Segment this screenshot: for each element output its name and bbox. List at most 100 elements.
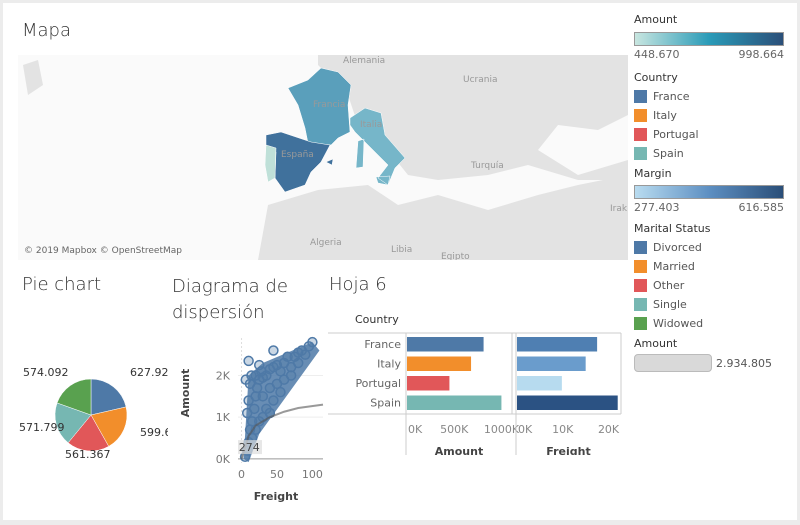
legend-label: Portugal <box>653 128 699 141</box>
x-tick-label: 20K <box>598 423 620 436</box>
y-tick-label: 0K <box>216 453 231 466</box>
x-tick-label: 0K <box>408 423 423 436</box>
size-legend-title: Amount <box>634 337 678 350</box>
pie-label: 571.799 <box>19 421 65 434</box>
x-tick-label: 10K <box>552 423 574 436</box>
pie-label: 599.622 <box>140 426 168 439</box>
map-label: España <box>281 150 314 160</box>
legend-label: Widowed <box>653 317 704 330</box>
size-legend-mark <box>634 354 712 372</box>
legend-swatch <box>634 298 647 311</box>
x-tick-label: 100 <box>302 468 323 481</box>
row-label: France <box>364 338 401 351</box>
map-label: Libia <box>391 245 412 255</box>
margin-gradient-bar[interactable] <box>634 185 784 199</box>
scatter-point[interactable] <box>243 395 254 406</box>
scatter-point[interactable] <box>292 357 304 369</box>
amount-gradient-bar[interactable] <box>634 32 784 46</box>
bar[interactable] <box>517 337 598 352</box>
map-label: Ucrania <box>463 75 497 85</box>
legend-label: Single <box>653 298 687 311</box>
legend-label: Other <box>653 279 685 292</box>
legend-swatch <box>634 147 647 160</box>
axis-title: Freight <box>546 445 590 455</box>
legend-swatch <box>634 109 647 122</box>
bar[interactable] <box>517 395 618 411</box>
country-legend: France Italy Portugal Spain <box>634 87 784 163</box>
map-label: Algeria <box>310 238 342 248</box>
legend-item[interactable]: Divorced <box>634 238 784 257</box>
bar[interactable] <box>407 376 450 391</box>
x-tick-label: 1000K <box>484 423 520 436</box>
scatter-point[interactable] <box>307 336 318 348</box>
scatter-point[interactable] <box>285 370 297 381</box>
amount-legend-max: 998.664 <box>738 48 785 61</box>
scatter-point[interactable] <box>254 359 265 371</box>
legend-item[interactable]: Spain <box>634 144 784 163</box>
pie-title: Pie chart <box>22 274 102 295</box>
bar[interactable] <box>517 376 562 391</box>
pie-chart[interactable]: 627.925 599.622 561.367 571.799 574.092 <box>3 343 168 473</box>
pie-label: 561.367 <box>65 448 111 461</box>
row-label: Portugal <box>355 377 401 390</box>
bar[interactable] <box>517 356 586 372</box>
y-tick-label: 1K <box>216 411 231 424</box>
pie-label: 627.925 <box>130 366 168 379</box>
legend-item[interactable]: France <box>634 87 784 106</box>
legend-swatch <box>634 241 647 254</box>
bar[interactable] <box>407 356 472 372</box>
map[interactable]: Alemania Ucrania Francia Italia España T… <box>18 55 628 260</box>
legend-item[interactable]: Portugal <box>634 125 784 144</box>
map-label: Egipto <box>441 252 470 260</box>
x-axis-title: Freight <box>254 490 298 503</box>
country-legend-title: Country <box>634 71 678 84</box>
map-label: Francia <box>313 100 345 110</box>
scatter-point[interactable] <box>257 391 269 402</box>
amount-legend-title: Amount <box>634 13 678 26</box>
legend-item[interactable]: Italy <box>634 106 784 125</box>
scatter-point[interactable] <box>268 395 279 406</box>
legend-item[interactable]: Married <box>634 257 784 276</box>
map-label: Irak <box>610 204 628 214</box>
scatter-point[interactable] <box>275 386 286 398</box>
bar[interactable] <box>407 337 484 352</box>
scatter-point[interactable] <box>241 407 253 419</box>
bar[interactable] <box>407 395 502 411</box>
marital-legend: Divorced Married Other Single Widowed <box>634 238 784 333</box>
marital-legend-title: Marital Status <box>634 222 711 235</box>
legend-label: France <box>653 90 690 103</box>
legend-label: Married <box>653 260 695 273</box>
dashboard: Mapa Alemania Ucrania Francia Italia Esp… <box>3 3 797 520</box>
amount-legend-min: 448.670 <box>634 48 680 61</box>
legend-label: Italy <box>653 109 677 122</box>
map-attribution[interactable]: © 2019 Mapbox © OpenStreetMap <box>24 246 182 256</box>
legend-item[interactable]: Other <box>634 276 784 295</box>
x-tick-label: 0K <box>518 423 533 436</box>
scatter-point[interactable] <box>240 374 252 385</box>
map-label: Italia <box>360 120 382 130</box>
bar-chart[interactable]: France Italy Portugal Spain 0K 500K 1000KAmoun… <box>323 325 633 455</box>
map-title: Mapa <box>22 20 72 41</box>
margin-legend-title: Margin <box>634 167 672 180</box>
legend-item[interactable]: Widowed <box>634 314 784 333</box>
legend-label: Spain <box>653 147 684 160</box>
x-tick-label: 0 <box>238 468 245 481</box>
y-axis-title: Amount <box>179 369 192 417</box>
margin-legend-min: 277.403 <box>634 201 680 214</box>
margin-legend-max: 616.585 <box>738 201 785 214</box>
bars-title: Hoja 6 <box>329 274 387 295</box>
scatter-plot[interactable]: 0K 1K 2K 0 50 100 274 Freight Amount <box>168 328 328 518</box>
axis-title: Amount <box>435 445 483 455</box>
scatter-point[interactable] <box>243 355 254 367</box>
map-label: Turquía <box>470 161 504 171</box>
legend-label: Divorced <box>653 241 702 254</box>
x-tick-label: 50 <box>270 468 284 481</box>
map-label: Alemania <box>343 56 385 66</box>
legend-panel: Amount 448.670 998.664 Country France Ital… <box>634 13 784 372</box>
scatter-point[interactable] <box>268 345 279 356</box>
scatter-title: Diagrama de dispersión <box>172 276 288 323</box>
pie-label: 574.092 <box>23 366 69 379</box>
legend-item[interactable]: Single <box>634 295 784 314</box>
legend-swatch <box>634 90 647 103</box>
legend-swatch <box>634 128 647 141</box>
